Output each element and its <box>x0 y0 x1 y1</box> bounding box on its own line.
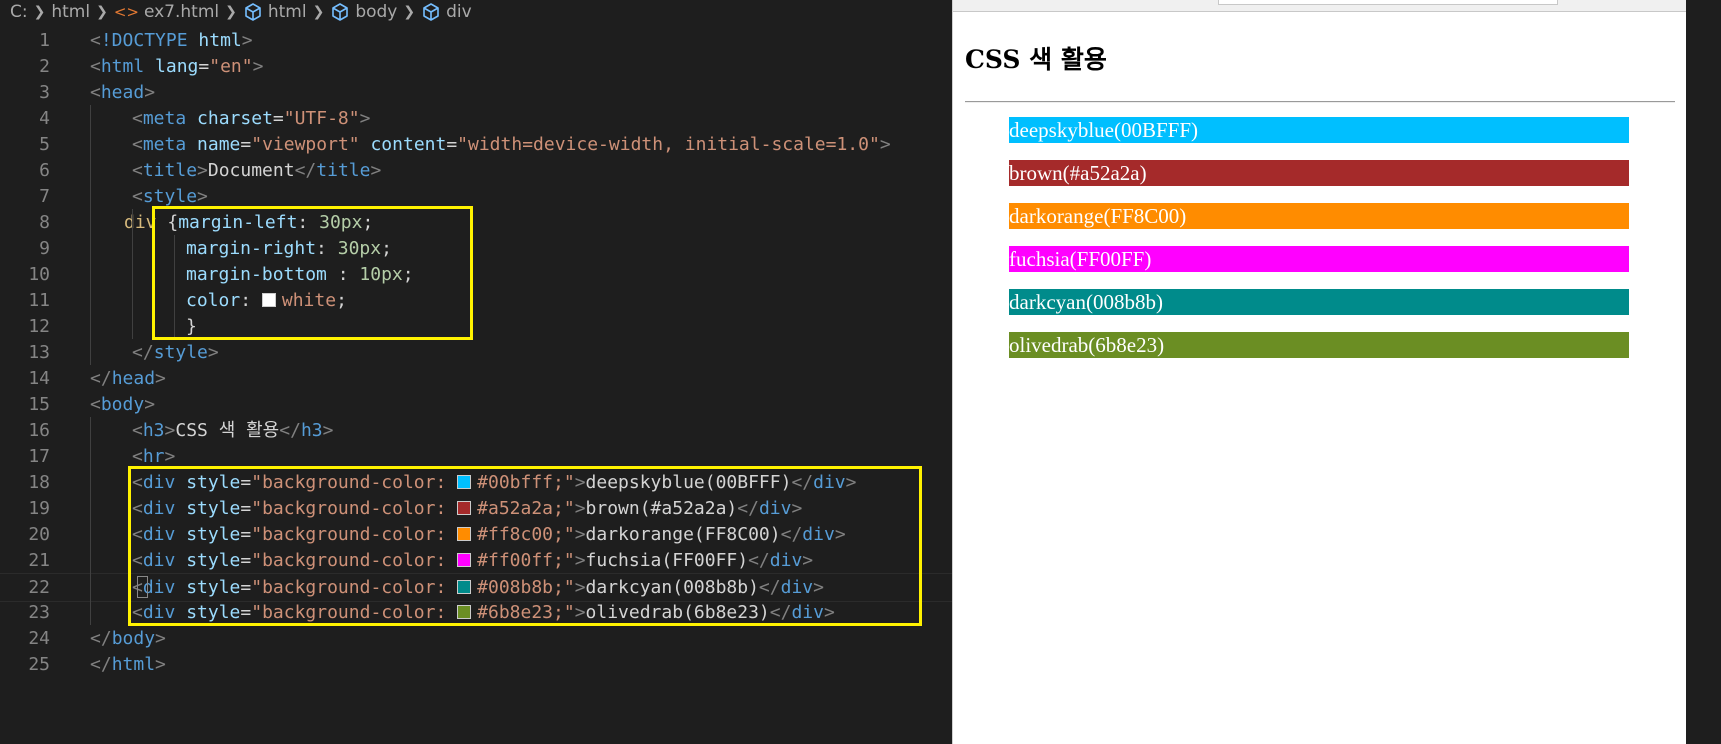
code-text[interactable]: <head> <box>90 79 155 108</box>
line-number: 25 <box>28 654 50 675</box>
breadcrumb-folder[interactable]: html <box>51 2 90 22</box>
breadcrumb-html[interactable]: html <box>268 2 307 22</box>
code-line[interactable]: 24 </body> <box>0 625 952 654</box>
code-line[interactable]: 15 <body> <box>0 391 952 420</box>
code-text[interactable]: </html> <box>90 651 166 680</box>
code-text[interactable]: <!DOCTYPE html> <box>90 27 253 56</box>
line-number: 13 <box>28 342 50 363</box>
chevron-right-icon: ❯ <box>403 4 416 20</box>
line-number: 18 <box>28 472 50 493</box>
code-line[interactable]: 8 div {margin-left: 30px; <box>0 209 952 238</box>
code-text[interactable]: <body> <box>90 391 155 420</box>
line-number: 19 <box>28 498 50 519</box>
line-number: 16 <box>28 420 50 441</box>
color-div: brown(#a52a2a) <box>1009 160 1629 186</box>
indent-guide <box>90 105 91 365</box>
code-line[interactable]: 2 <html lang="en"> <box>0 53 952 82</box>
line-number: 8 <box>39 212 50 233</box>
code-line[interactable]: 16 <h3>CSS 색 활용</h3> <box>0 417 952 446</box>
code-text[interactable]: </head> <box>90 365 166 394</box>
line-number: 15 <box>28 394 50 415</box>
breadcrumb-body[interactable]: body <box>355 2 397 22</box>
preview-toolbar <box>953 0 1687 12</box>
code-line[interactable]: 13 </style> <box>0 339 952 368</box>
line-number: 11 <box>28 290 50 311</box>
code-text[interactable]: </body> <box>90 625 166 654</box>
line-number: 12 <box>28 316 50 337</box>
code-line[interactable]: 6 <title>Document</title> <box>0 157 952 186</box>
chevron-right-icon: ❯ <box>96 4 108 20</box>
line-number: 21 <box>28 550 50 571</box>
code-line[interactable]: 7 <style> <box>0 183 952 212</box>
code-line[interactable]: 11 color: white; <box>0 287 952 316</box>
code-text[interactable]: <h3>CSS 색 활용</h3> <box>132 417 333 446</box>
chevron-right-icon: ❯ <box>33 4 46 20</box>
line-number: 4 <box>39 108 50 129</box>
code-text[interactable]: <meta name="viewport" content="width=dev… <box>132 131 891 160</box>
code-line[interactable]: 10 margin-bottom : 10px; <box>0 261 952 290</box>
color-div: olivedrab(6b8e23) <box>1009 332 1629 358</box>
chevron-right-icon: ❯ <box>225 4 237 20</box>
line-number: 23 <box>28 602 50 623</box>
line-number: 14 <box>28 368 50 389</box>
breadcrumb: C: ❯ html ❯ <> ex7.html ❯ html ❯ body ❯ … <box>0 0 952 24</box>
line-number: 5 <box>39 134 50 155</box>
code-line[interactable]: 12} <box>0 313 952 342</box>
code-line[interactable]: 5 <meta name="viewport" content="width=de… <box>0 131 952 160</box>
element-cube-icon <box>423 3 439 21</box>
divs-highlight-box <box>128 466 922 626</box>
color-div: darkcyan(008b8b) <box>1009 289 1629 315</box>
line-number: 1 <box>39 30 50 51</box>
line-number: 6 <box>39 160 50 181</box>
line-number: 2 <box>39 56 50 77</box>
css-highlight-box <box>152 206 473 340</box>
code-text[interactable]: <html lang="en"> <box>90 53 263 82</box>
browser-preview[interactable]: CSS 색 활용 deepskyblue(00BFFF) brown(#a52a2… <box>952 0 1687 744</box>
html-file-icon: <> <box>113 3 139 21</box>
horizontal-rule <box>965 101 1675 103</box>
text-cursor <box>137 576 148 598</box>
line-number: 24 <box>28 628 50 649</box>
indent-guide <box>90 417 91 625</box>
chevron-right-icon: ❯ <box>312 4 325 20</box>
breadcrumb-file[interactable]: ex7.html <box>144 2 219 22</box>
line-number: 3 <box>39 82 50 103</box>
code-line[interactable]: 25 </html> <box>0 651 952 680</box>
code-line[interactable]: 14 </head> <box>0 365 952 394</box>
color-div: deepskyblue(00BFFF) <box>1009 117 1629 143</box>
element-cube-icon <box>245 3 261 21</box>
code-text[interactable]: <meta charset="UTF-8"> <box>132 105 370 134</box>
code-line[interactable]: 3 <head> <box>0 79 952 108</box>
line-number: 9 <box>39 238 50 259</box>
code-line[interactable]: 9 margin-right: 30px; <box>0 235 952 264</box>
element-cube-icon <box>332 3 349 21</box>
code-text[interactable]: <title>Document</title> <box>132 157 381 186</box>
color-div: darkorange(FF8C00) <box>1009 203 1629 229</box>
line-number: 7 <box>39 186 50 207</box>
breadcrumb-drive[interactable]: C: <box>10 2 28 22</box>
indent-guide <box>132 209 133 339</box>
window-edge <box>1686 0 1721 744</box>
breadcrumb-div[interactable]: div <box>446 2 472 22</box>
line-number: 20 <box>28 524 50 545</box>
line-number: 17 <box>28 446 50 467</box>
code-editor[interactable]: C: ❯ html ❯ <> ex7.html ❯ html ❯ body ❯ … <box>0 0 952 744</box>
address-bar[interactable] <box>1218 0 1558 5</box>
code-line[interactable]: 4 <meta charset="UTF-8"> <box>0 105 952 134</box>
color-div: fuchsia(FF00FF) <box>1009 246 1629 272</box>
code-text[interactable]: </style> <box>132 339 219 368</box>
line-number: 10 <box>28 264 50 285</box>
code-line[interactable]: 1 <!DOCTYPE html> <box>0 27 952 56</box>
page-title: CSS 색 활용 <box>965 45 1107 74</box>
